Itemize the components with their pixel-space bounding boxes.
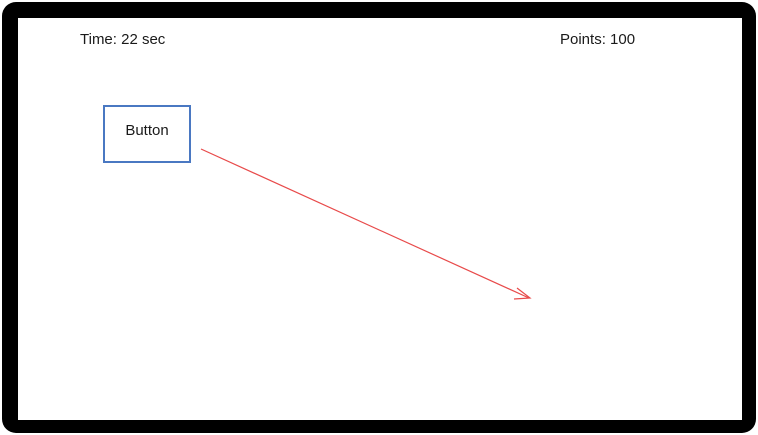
- game-screen: Time: 22 sec Points: 100 Button: [18, 18, 742, 420]
- device-frame: Time: 22 sec Points: 100 Button: [2, 2, 756, 433]
- points-display: Points: 100: [560, 31, 636, 48]
- arrow-shaft: [200, 148, 530, 299]
- motion-arrow-icon: [200, 148, 532, 300]
- arrow-head: [513, 287, 532, 300]
- time-display: Time: 22 sec: [80, 31, 166, 48]
- game-button[interactable]: Button: [103, 105, 191, 163]
